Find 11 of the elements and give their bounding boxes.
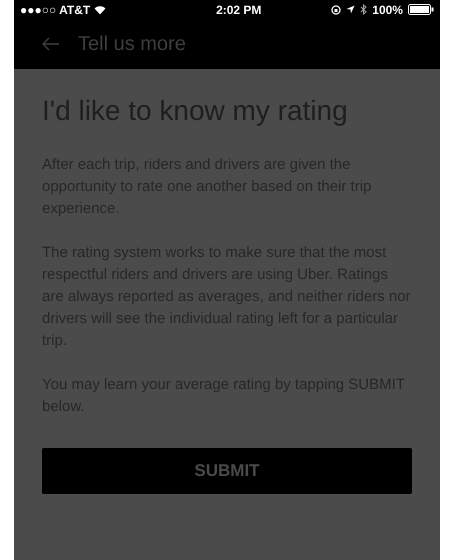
wifi-icon (94, 4, 106, 14)
screen-title: Tell us more (78, 32, 186, 57)
submit-button[interactable]: SUBMIT (42, 448, 412, 494)
lock-rotation-icon (331, 4, 342, 14)
back-arrow-icon[interactable] (42, 37, 60, 51)
carrier-text: ●●●○○ AT&T (20, 2, 90, 18)
battery-icon (408, 4, 434, 15)
clock-text: 2:02 PM (216, 2, 262, 18)
battery-percent-text: 100% (372, 2, 403, 18)
location-arrow-icon (346, 5, 356, 14)
bluetooth-icon (360, 4, 368, 15)
